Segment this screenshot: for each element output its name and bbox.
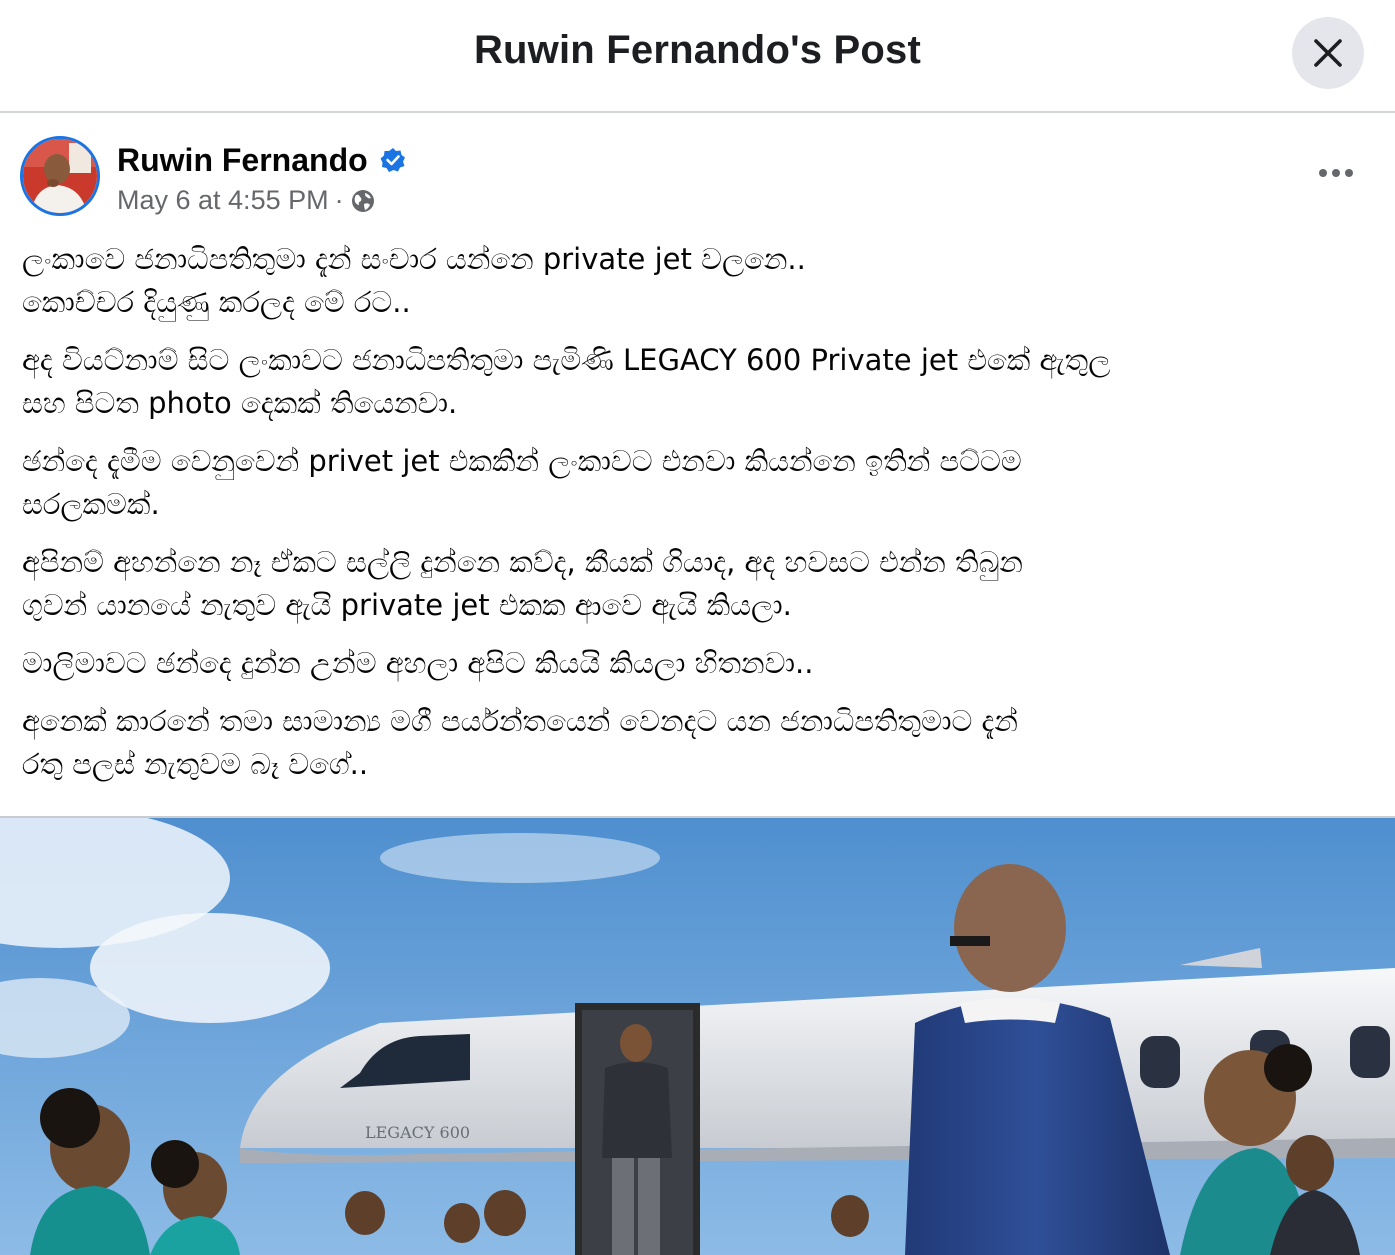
close-button[interactable] <box>1292 17 1364 89</box>
post-timestamp[interactable]: May 6 at 4:55 PM <box>117 185 329 216</box>
verified-badge-icon <box>380 148 405 172</box>
author-name[interactable]: Ruwin Fernando <box>117 142 368 179</box>
avatar-image <box>23 139 97 213</box>
post-paragraph: අනෙක් කාරනේ තමා සාමාන්‍ය මගී පර්යන්තයෙන්… <box>22 704 1018 781</box>
author-row: Ruwin Fernando <box>117 138 406 182</box>
post-paragraph: ඡන්දෙ දැමීම වෙනුවෙන් privet jet එකකින් ල… <box>22 444 1022 521</box>
post-paragraph: අපිනම් අහන්නෙ නෑ ඒකට සල්ලි දුන්නෙ කව්ද, … <box>22 545 1023 622</box>
globe-icon <box>351 189 374 212</box>
post-paragraph: මාලිමාවට ඡන්දෙ දුන්න උන්ම අහලා අපිට කියය… <box>22 646 814 680</box>
more-options-button[interactable] <box>1312 155 1360 191</box>
post-meta: May 6 at 4:55 PM · <box>117 185 376 216</box>
aircraft-lettering: LEGACY 600 <box>365 1123 470 1142</box>
dialog-title: Ruwin Fernando's Post <box>473 28 922 72</box>
close-icon <box>1314 39 1342 67</box>
dialog-header: Ruwin Fernando's Post <box>0 0 1395 113</box>
post-photo[interactable]: LEGACY 600 <box>0 818 1395 1255</box>
more-options-icon <box>1319 169 1353 177</box>
post-paragraph: අද වියට්නාම් සිට ලංකාවට ජනාධිපතිතුමා පැම… <box>22 343 1111 420</box>
author-avatar[interactable] <box>20 136 100 216</box>
post-body: ලංකාවෙ ජනාධිපතිතුමා දැන් සංචාර යන්නෙ pri… <box>22 238 1372 801</box>
post-paragraph: ලංකාවෙ ජනාධිපතිතුමා දැන් සංචාර යන්නෙ pri… <box>22 242 806 319</box>
jet-arrival-photo: LEGACY 600 <box>0 818 1395 1255</box>
meta-separator: · <box>334 185 344 215</box>
